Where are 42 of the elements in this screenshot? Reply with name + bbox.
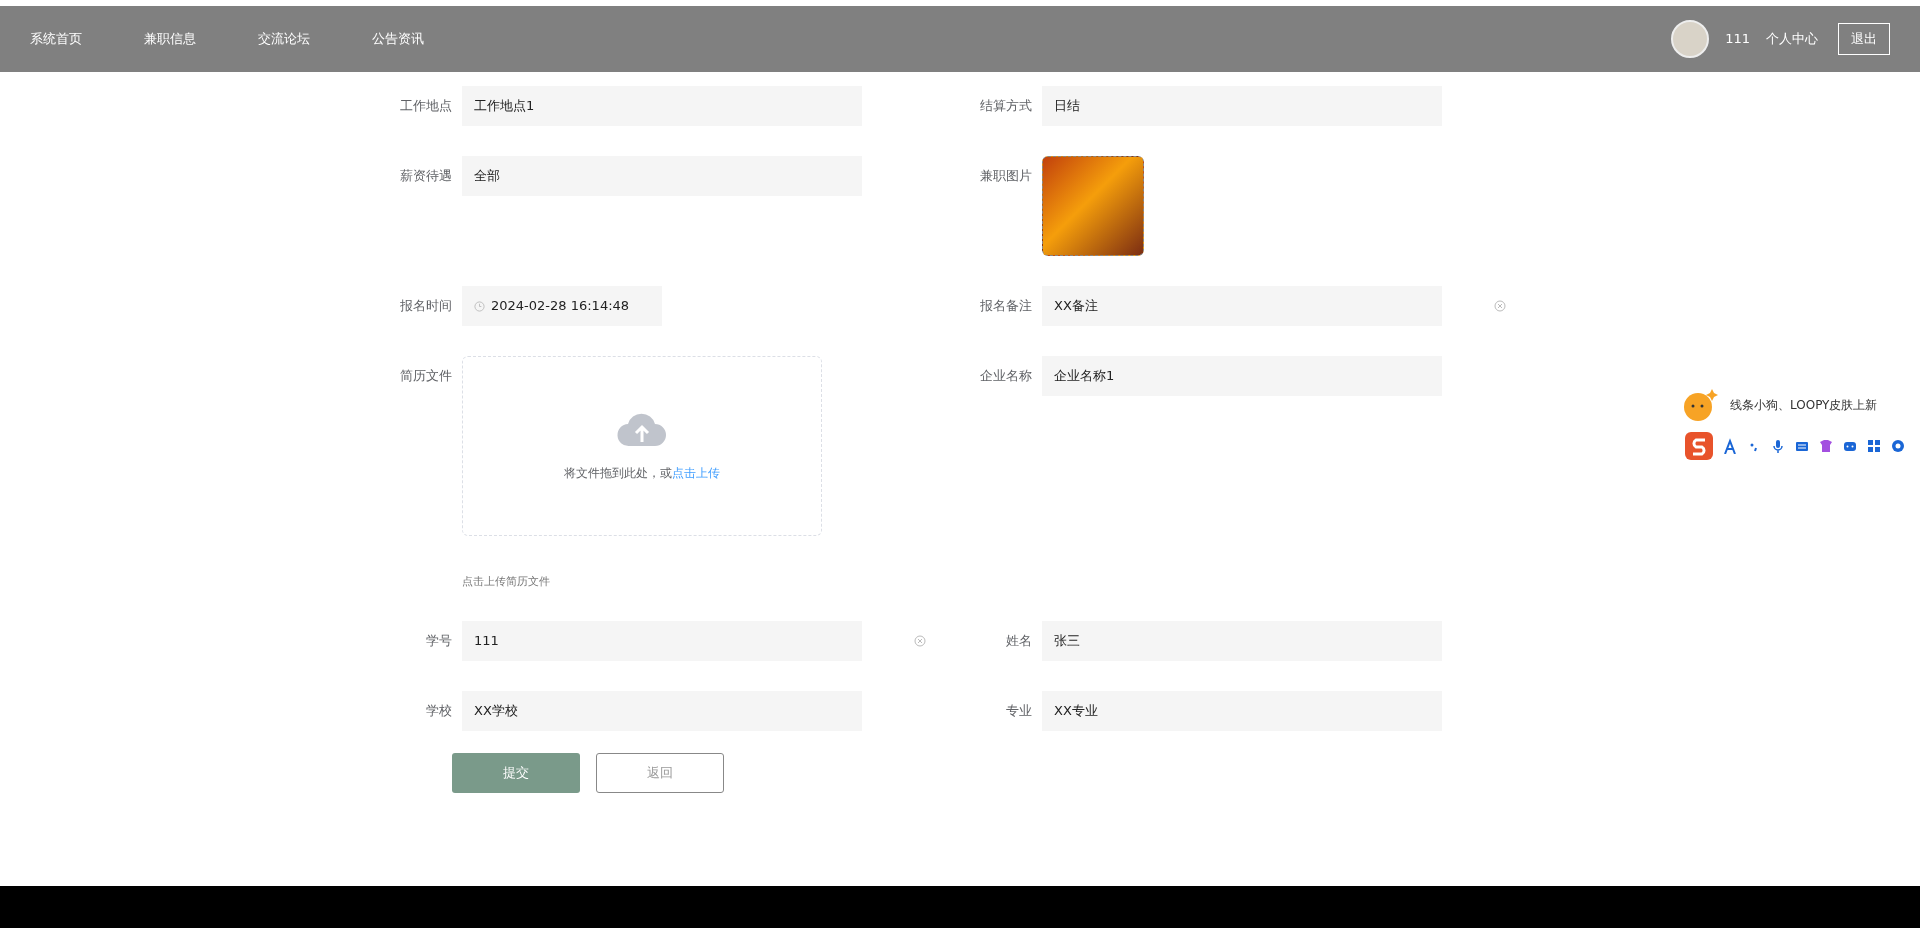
drop-instruction: 将文件拖到此处，或点击上传 <box>564 465 720 482</box>
input-field[interactable]: 日结 <box>1042 86 1442 126</box>
field-label: 专业 <box>1005 701 1032 720</box>
nav-link[interactable]: 公告资讯 <box>372 29 424 49</box>
field-label: 工作地点 <box>399 97 452 115</box>
avatar[interactable] <box>1671 20 1710 58</box>
shirt-icon[interactable] <box>1818 438 1834 454</box>
nav-link[interactable]: 系统首页 <box>30 29 82 49</box>
date-field[interactable]: 2024-02-28 16:14:48 <box>462 286 662 326</box>
clock-icon <box>474 300 485 312</box>
upload-area[interactable]: 将文件拖到此处，或点击上传 <box>462 356 822 536</box>
field-label: 兼职图片 <box>979 167 1032 185</box>
input-field[interactable]: 全部 <box>462 156 862 196</box>
settings-icon[interactable] <box>1890 438 1906 454</box>
letter-a-icon[interactable] <box>1722 438 1738 454</box>
grid-icon[interactable] <box>1866 438 1882 454</box>
field-label: 报名备注 <box>979 297 1032 315</box>
nav-link[interactable]: 兼职信息 <box>144 29 196 49</box>
input-field[interactable]: 张三 <box>1042 620 1442 661</box>
field-label: 学校 <box>425 701 452 720</box>
field-label: 薪资待遇 <box>399 167 452 185</box>
field-label: 结算方式 <box>979 97 1032 115</box>
field-label: 企业名称 <box>979 367 1032 385</box>
profile-link[interactable]: 个人中心 <box>1766 29 1818 49</box>
logout-button[interactable]: 退出 <box>1838 23 1890 55</box>
input-field[interactable]: 工作地点1 <box>462 86 862 126</box>
field-label: 简历文件 <box>399 367 452 385</box>
nav-link[interactable]: 交流论坛 <box>258 29 310 49</box>
ime-logo-icon[interactable] <box>1684 431 1714 461</box>
microphone-icon[interactable] <box>1770 438 1786 454</box>
input-field[interactable]: XX备注 <box>1042 286 1442 326</box>
input-field[interactable]: 111 <box>462 620 862 661</box>
field-label: 学号 <box>425 631 452 650</box>
field-label: 报名时间 <box>399 297 452 315</box>
image-placeholder[interactable] <box>1042 156 1144 256</box>
field-label: 姓名 <box>1005 631 1032 650</box>
upload-tip: 点击上传简历文件 <box>462 574 551 590</box>
input-field[interactable]: XX学校 <box>462 690 862 731</box>
input-field[interactable]: 企业名称1 <box>1042 356 1442 396</box>
input-field[interactable]: XX专业 <box>1042 690 1442 731</box>
date-value: 2024-02-28 16:14:48 <box>491 297 630 316</box>
user-name: 111 <box>1725 30 1750 49</box>
